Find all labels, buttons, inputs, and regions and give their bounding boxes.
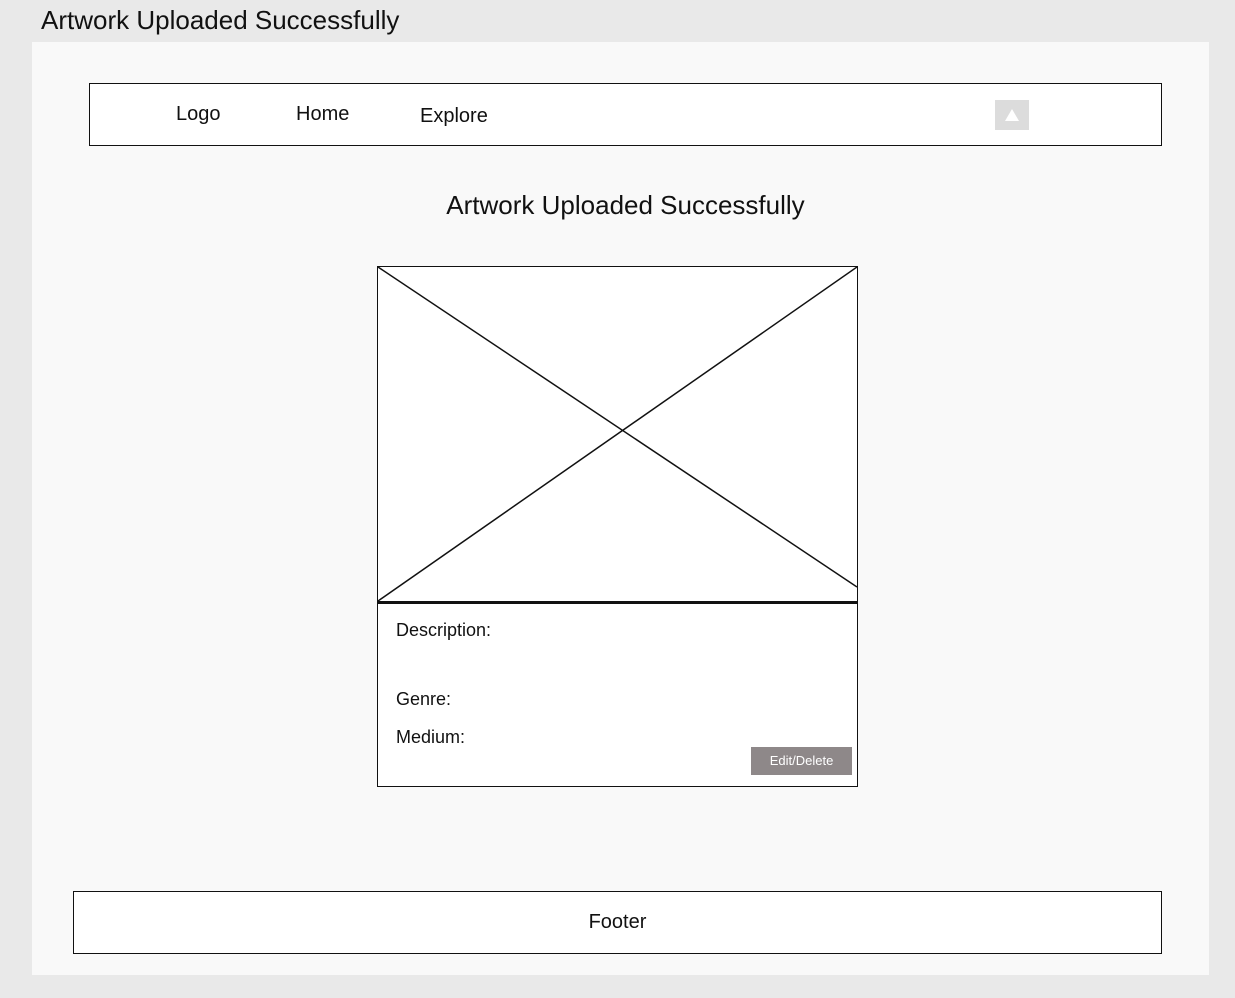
logo-link[interactable]: Logo <box>176 102 221 126</box>
page-title: Artwork Uploaded Successfully <box>446 190 805 220</box>
footer: Footer <box>73 891 1162 954</box>
medium-label: Medium: <box>396 727 466 747</box>
artwork-card: Description: Genre: Medium: Edit/Delete <box>377 266 858 787</box>
nav-explore-link[interactable]: Explore <box>420 104 488 128</box>
genre-label: Genre: <box>396 689 452 709</box>
window-title: Artwork Uploaded Successfully <box>41 5 400 35</box>
page-canvas: Logo Home Explore Artwork Uploaded Succe… <box>32 42 1209 975</box>
edit-delete-button[interactable]: Edit/Delete <box>751 747 852 775</box>
image-placeholder <box>378 267 857 604</box>
description-label: Description: <box>396 620 492 640</box>
navbar: Logo Home Explore <box>89 83 1162 146</box>
triangle-up-icon <box>1005 109 1019 121</box>
nav-home-link[interactable]: Home <box>296 102 349 126</box>
nav-icon-button[interactable] <box>995 100 1029 130</box>
